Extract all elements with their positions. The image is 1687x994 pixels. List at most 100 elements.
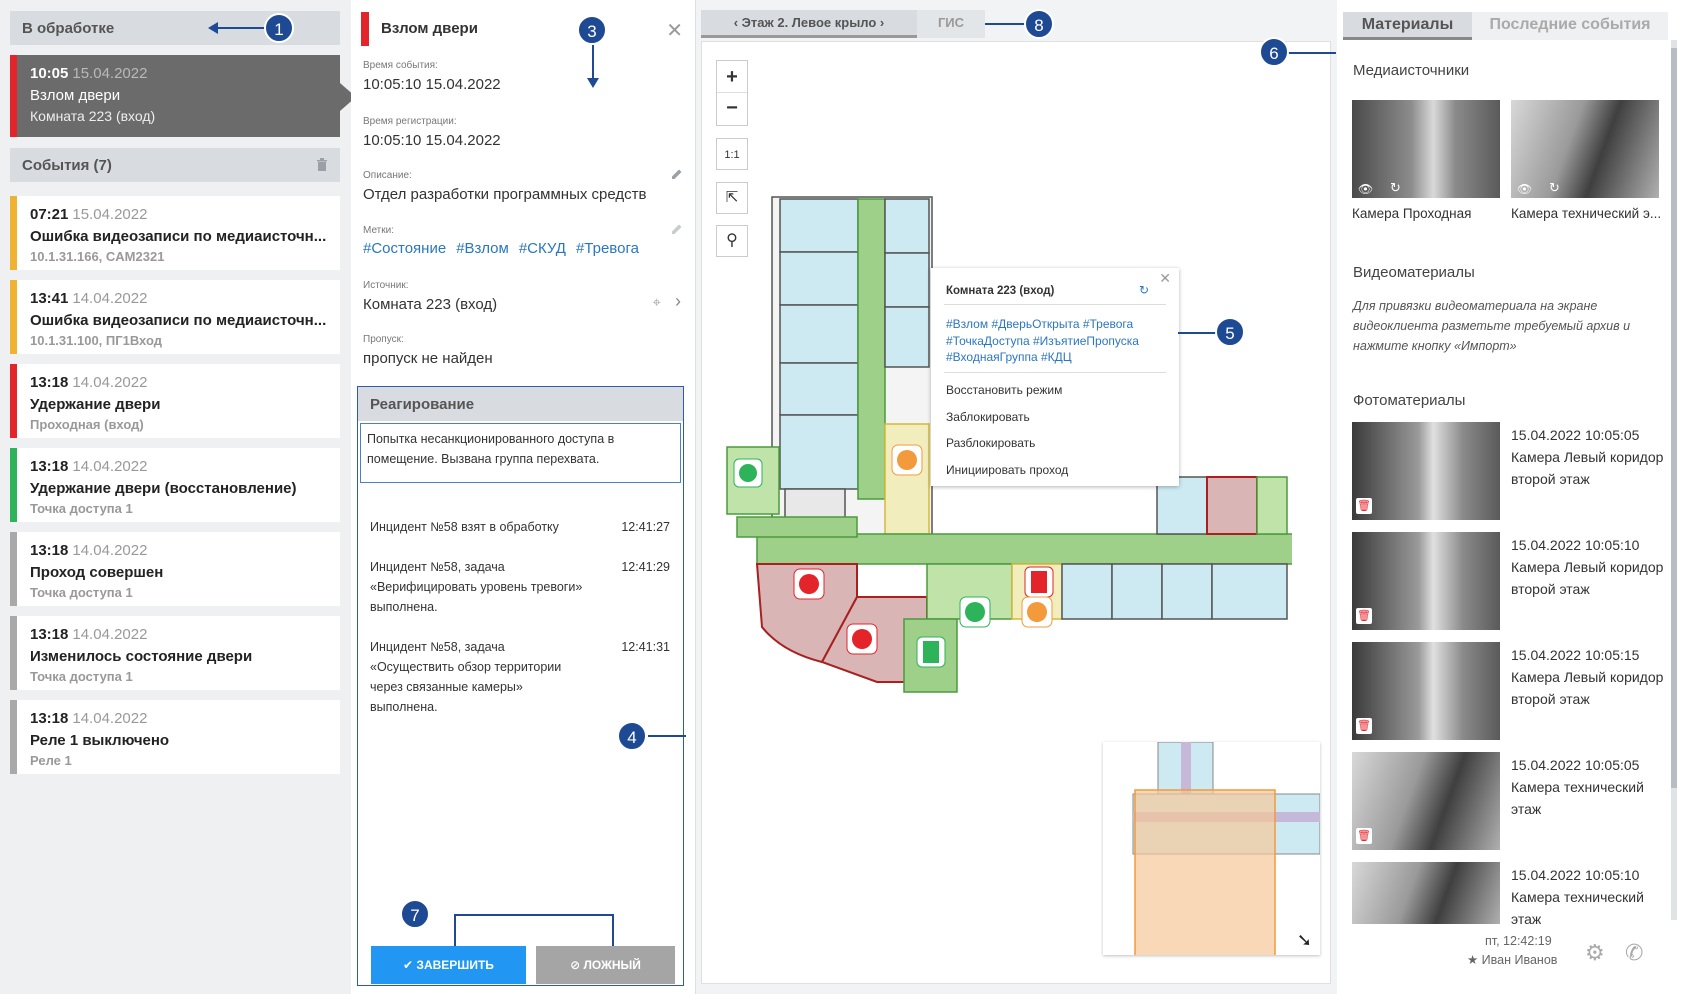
photo-camera: Камера Левый коридор второй этаж xyxy=(1511,669,1664,707)
photo-meta: 15.04.2022 10:05:15 Камера Левый коридор … xyxy=(1511,644,1671,710)
delete-photo-icon[interactable]: 🗑 xyxy=(1356,608,1372,624)
block-action[interactable]: Заблокировать xyxy=(946,410,1030,424)
minimap[interactable]: ➘ xyxy=(1103,742,1320,955)
eye-icon[interactable]: 👁 xyxy=(1517,182,1532,196)
false-alarm-button[interactable]: ⊘ ЛОЖНЫЙ xyxy=(536,946,675,984)
warning-marker[interactable] xyxy=(1021,596,1053,628)
phone-icon[interactable]: ✆ xyxy=(1625,940,1643,966)
divider xyxy=(944,372,1166,373)
finish-button[interactable]: ✔ ЗАВЕРШИТЬ xyxy=(371,946,526,984)
unblock-action[interactable]: Разблокировать xyxy=(946,436,1035,450)
event-list-item[interactable]: 13:18 14.04.2022 Реле 1 выключено Реле 1 xyxy=(10,700,340,774)
warning-marker[interactable] xyxy=(891,444,923,476)
pass-label: Пропуск: xyxy=(363,334,404,345)
callout-line xyxy=(454,914,456,946)
delete-photo-icon[interactable]: 🗑 xyxy=(1356,828,1372,844)
callout-7: 7 xyxy=(400,899,430,929)
refresh-icon[interactable]: ↻ xyxy=(1390,180,1401,196)
media-thumbnail[interactable]: 👁 ↻ xyxy=(1352,100,1500,198)
alarm-marker[interactable] xyxy=(793,568,825,600)
tab-floor[interactable]: ‹ Этаж 2. Левое крыло › xyxy=(701,10,917,38)
photo-thumbnail[interactable] xyxy=(1352,862,1500,924)
severity-stripe xyxy=(10,364,17,438)
video-materials-header: Видеоматериалы xyxy=(1353,264,1475,281)
refresh-icon[interactable]: ↻ xyxy=(1139,283,1149,297)
edit-pencil-icon[interactable] xyxy=(671,168,683,180)
delete-photo-icon[interactable]: 🗑 xyxy=(1356,498,1372,514)
lock-marker[interactable] xyxy=(733,458,763,488)
photo-thumbnail[interactable]: 🗑 xyxy=(1352,532,1500,630)
tag[interactable]: #СКУД xyxy=(519,240,566,257)
event-subtitle: Точка доступа 1 xyxy=(30,501,133,516)
event-subtitle: Комната 223 (вход) xyxy=(30,108,156,124)
gear-icon[interactable]: ⚙ xyxy=(1585,940,1605,966)
ok-marker[interactable] xyxy=(959,596,991,628)
event-list-item[interactable]: 13:18 14.04.2022 Удержание двери (восстано… xyxy=(10,448,340,522)
active-incident-card[interactable]: 10:05 15.04.2022 Взлом двери Комната 223 … xyxy=(10,55,356,137)
event-time: 13:18 xyxy=(30,542,69,559)
close-icon[interactable]: ✕ xyxy=(666,18,683,43)
description-label: Описание: xyxy=(363,170,412,181)
door-alarm-marker[interactable] xyxy=(1024,566,1054,598)
callout-line xyxy=(1286,52,1336,54)
event-time: 10:05 xyxy=(30,65,69,82)
trash-icon[interactable] xyxy=(316,158,328,171)
exit-marker[interactable] xyxy=(916,636,946,668)
reaction-comment-field[interactable]: Попытка несанкционированного доступа в п… xyxy=(360,423,681,483)
initiate-pass-action[interactable]: Инициировать проход xyxy=(946,463,1068,477)
tags-list: #Состояние #Взлом #СКУД #Тревога xyxy=(363,240,649,257)
photo-thumbnail[interactable]: 🗑 xyxy=(1352,752,1500,850)
log-message: Инцидент №58, задача «Верифицировать уро… xyxy=(370,560,583,614)
log-entry: Инцидент №58 взят в обработку 12:41:27 xyxy=(370,517,670,537)
media-thumbnail[interactable]: 👁 ↻ xyxy=(1511,100,1659,198)
edit-pencil-icon[interactable] xyxy=(671,223,683,235)
minimap-plan xyxy=(1132,742,1320,955)
divider xyxy=(944,304,1166,305)
event-date: 14.04.2022 xyxy=(72,458,148,475)
event-subtitle: Точка доступа 1 xyxy=(30,669,133,684)
log-message: Инцидент №58, задача «Осуществить обзор … xyxy=(370,640,562,714)
scrollbar[interactable] xyxy=(1671,40,1677,920)
tag[interactable]: #Состояние xyxy=(363,240,446,257)
event-list-item[interactable]: 13:18 14.04.2022 Проход совершен Точка дост… xyxy=(10,532,340,606)
scrollbar-thumb[interactable] xyxy=(1671,48,1677,788)
event-list-item[interactable]: 07:21 15.04.2022 Ошибка видеозаписи по мед… xyxy=(10,196,340,270)
tab-recent-events[interactable]: Последние события xyxy=(1472,12,1668,40)
tab-gis[interactable]: ГИС xyxy=(917,10,985,38)
alarm-marker[interactable] xyxy=(846,623,878,655)
expand-arrow-icon[interactable]: ➘ xyxy=(1297,930,1312,951)
zoom-in-button[interactable]: + xyxy=(717,61,747,93)
locate-icon[interactable]: ⌖ xyxy=(653,294,661,311)
tag[interactable]: #Взлом xyxy=(456,240,509,257)
event-time-value: 10:05:10 15.04.2022 xyxy=(363,76,501,93)
severity-stripe xyxy=(10,616,17,690)
close-icon[interactable]: ✕ xyxy=(1159,270,1171,287)
delete-photo-icon[interactable]: 🗑 xyxy=(1356,718,1372,734)
eye-icon[interactable]: 👁 xyxy=(1358,182,1373,196)
photo-datetime: 15.04.2022 10:05:05 xyxy=(1511,757,1640,773)
event-subtitle: 10.1.31.100, ПГ1Вход xyxy=(30,333,162,348)
photo-camera: Камера технический этаж xyxy=(1511,889,1644,927)
event-list-item[interactable]: 13:18 14.04.2022 Удержание двери Проходная … xyxy=(10,364,340,438)
tab-materials[interactable]: Материалы xyxy=(1343,12,1472,40)
refresh-icon[interactable]: ↻ xyxy=(1549,180,1560,196)
incident-list-panel: В обработке 10:05 15.04.2022 Взлом двери … xyxy=(0,0,356,994)
log-time: 12:41:31 xyxy=(621,640,670,654)
event-time-label: Время события: xyxy=(363,60,438,71)
photo-thumbnail[interactable]: 🗑 xyxy=(1352,422,1500,520)
photo-camera: Камера Левый коридор второй этаж xyxy=(1511,559,1664,597)
restore-mode-action[interactable]: Восстановить режим xyxy=(946,383,1062,397)
log-time: 12:41:29 xyxy=(621,560,670,574)
chevron-right-icon[interactable]: › xyxy=(675,291,681,312)
callout-line xyxy=(1178,332,1220,334)
event-title: Проход совершен xyxy=(30,564,164,581)
event-list-item[interactable]: 13:18 14.04.2022 Изменилось состояние двер… xyxy=(10,616,340,690)
photo-camera: Камера Левый коридор второй этаж xyxy=(1511,449,1664,487)
photo-thumbnail[interactable]: 🗑 xyxy=(1352,642,1500,740)
tag[interactable]: #Тревога xyxy=(576,240,639,257)
events-header-label: События (7) xyxy=(22,157,112,174)
pass-value: пропуск не найден xyxy=(363,350,493,367)
callout-line xyxy=(213,27,266,29)
event-list-item[interactable]: 13:41 14.04.2022 Ошибка видеозаписи по мед… xyxy=(10,280,340,354)
popup-tags: #Взлом #ДверьОткрыта #Тревога #ТочкаДост… xyxy=(946,317,1139,364)
